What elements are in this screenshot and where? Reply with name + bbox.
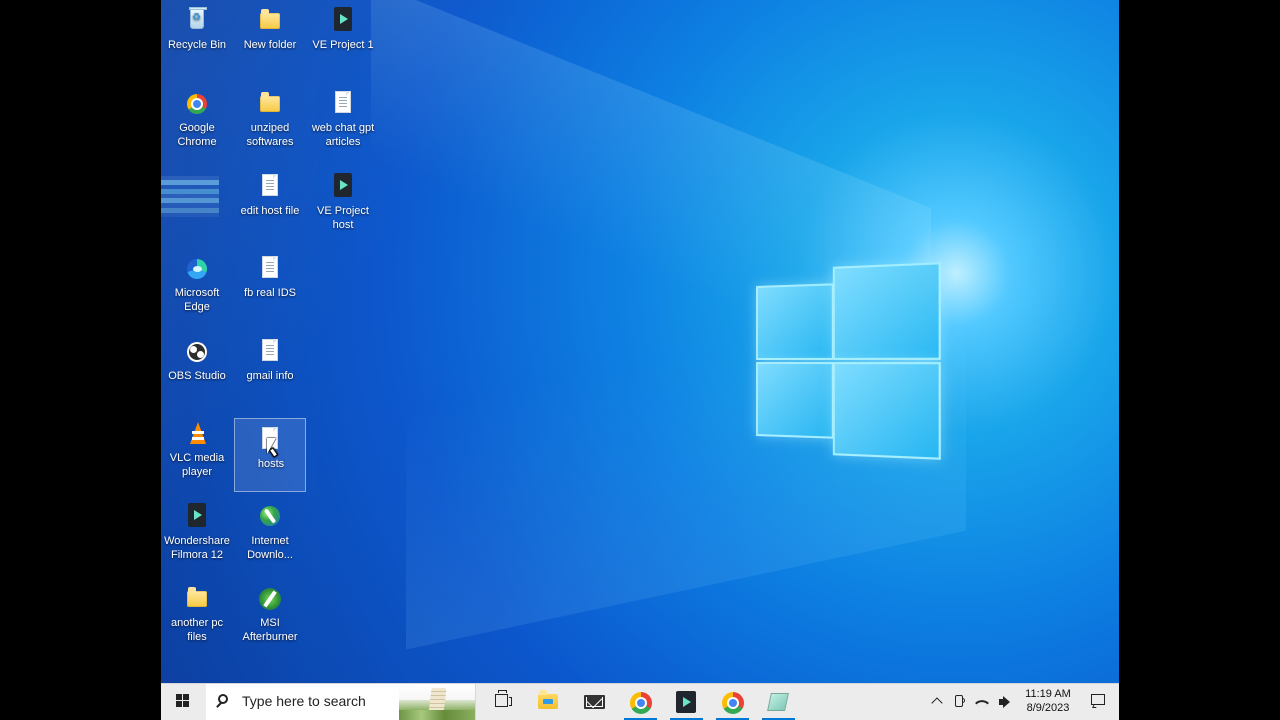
recycle-bin-icon — [182, 6, 212, 36]
desktop-icon-ve-project-1[interactable]: VE Project 1 — [307, 0, 379, 74]
desktop-icon-label: MSI Afterburner — [242, 617, 298, 643]
taskbar: 11:19 AM 8/9/2023 — [161, 683, 1119, 720]
filmora-icon — [182, 502, 212, 532]
desktop-icon-label: Internet Downlo... — [247, 535, 293, 561]
chrome-profile-taskbar-button[interactable] — [710, 684, 755, 720]
search-input[interactable] — [242, 690, 392, 712]
chrome-icon — [722, 692, 744, 714]
desktop-icon-label: VE Project 1 — [312, 39, 374, 51]
chrome-icon — [630, 692, 652, 714]
show-hidden-icons-icon[interactable] — [929, 684, 945, 720]
desktop-icon-label: fb real IDS — [244, 287, 296, 299]
system-tray: 11:19 AM 8/9/2023 — [923, 684, 1119, 720]
taskbar-search-box[interactable] — [206, 684, 476, 720]
chrome-taskbar-button[interactable] — [618, 684, 663, 720]
windows-start-icon — [176, 694, 189, 707]
desktop-icon-label: VE Project host — [317, 205, 369, 231]
desktop-icon-fb-real-ids[interactable]: fb real IDS — [234, 248, 306, 322]
desktop-icon-label: New folder — [243, 39, 297, 51]
mail-button[interactable] — [572, 684, 617, 720]
desktop-icon-another-pc-files[interactable]: another pc files — [161, 578, 233, 652]
afterburner-icon — [255, 584, 285, 614]
video-project-icon — [328, 172, 358, 202]
text-file-icon — [255, 254, 285, 284]
search-highlight-image — [399, 684, 475, 720]
network-icon[interactable] — [973, 684, 991, 720]
windows-logo-pane — [832, 362, 941, 460]
desktop-icon-label: Recycle Bin — [167, 39, 227, 51]
desktop-icon-label: hosts — [257, 458, 285, 470]
clock-time: 11:19 AM — [1025, 688, 1071, 700]
desktop-icon-label: OBS Studio — [168, 370, 226, 382]
windows-logo-pane — [756, 362, 834, 439]
mouse-cursor-icon — [267, 438, 276, 454]
file-explorer-button[interactable] — [526, 684, 571, 720]
desktop-icon-internet-download-manager[interactable]: Internet Downlo... — [234, 496, 306, 570]
folder-icon — [255, 6, 285, 36]
desktop-icon-label: unziped softwares — [246, 122, 294, 148]
desktop-icon-web-chat-gpt-articles[interactable]: web chat gpt articles — [307, 83, 379, 157]
obs-icon — [182, 337, 212, 367]
desktop-icon-hosts[interactable]: hosts — [234, 418, 306, 492]
desktop-icon-label: gmail info — [246, 370, 294, 382]
desktop-icon-recycle-bin[interactable]: Recycle Bin — [161, 0, 233, 74]
desktop-icon-gmail-info[interactable]: gmail info — [234, 331, 306, 405]
download-manager-icon — [255, 502, 285, 532]
desktop-icon-label: another pc files — [171, 617, 223, 643]
desktop-icon-label: Wondershare Filmora 12 — [164, 535, 230, 561]
desktop-icon-wondershare-filmora-12[interactable]: Wondershare Filmora 12 — [161, 496, 233, 570]
file-explorer-icon — [538, 690, 558, 709]
notification-center-icon[interactable] — [1083, 684, 1111, 720]
desktop-icon-msi-afterburner[interactable]: MSI Afterburner — [234, 578, 306, 652]
desktop-icon-unziped-softwares[interactable]: unziped softwares — [234, 83, 306, 157]
folder-icon — [255, 89, 285, 119]
vlc-icon — [182, 419, 212, 449]
desktop-drag-ghost — [161, 176, 219, 217]
desktop-icon-ve-project-host[interactable]: VE Project host — [307, 166, 379, 240]
desktop-icon-label: Google Chrome — [177, 122, 217, 148]
volume-icon[interactable] — [997, 684, 1015, 720]
zip-folder-icon — [182, 584, 212, 614]
desktop-icon-obs-studio[interactable]: OBS Studio — [161, 331, 233, 405]
filmora-icon — [676, 691, 696, 713]
search-icon — [218, 694, 228, 704]
desktop-icon-edit-host-file[interactable]: edit host file — [234, 166, 306, 240]
meet-now-icon[interactable] — [952, 684, 968, 720]
mail-icon — [584, 695, 605, 709]
text-file-icon — [255, 172, 285, 202]
task-view-button[interactable] — [480, 684, 525, 720]
notes-taskbar-button[interactable] — [756, 684, 801, 720]
filmora-taskbar-button[interactable] — [664, 684, 709, 720]
windows-logo-pane — [832, 262, 941, 360]
windows-logo — [756, 262, 941, 460]
notes-icon — [767, 693, 789, 711]
text-file-icon — [328, 89, 358, 119]
document-icon — [255, 337, 285, 367]
clock[interactable]: 11:19 AM 8/9/2023 — [1019, 684, 1077, 720]
windows-logo-pane — [756, 283, 834, 360]
desktop-icon-vlc-media-player[interactable]: VLC media player — [161, 413, 233, 487]
task-view-icon — [495, 690, 512, 707]
video-project-icon — [328, 6, 358, 36]
desktop-icon-google-chrome[interactable]: Google Chrome — [161, 83, 233, 157]
desktop-icon-label: Microsoft Edge — [174, 287, 220, 313]
desktop-screen: Recycle Bin New folder VE Project 1 Goog… — [161, 0, 1119, 720]
desktop-icon-new-folder[interactable]: New folder — [234, 0, 306, 74]
desktop-icon-microsoft-edge[interactable]: Microsoft Edge — [161, 248, 233, 322]
clock-date: 8/9/2023 — [1026, 702, 1070, 714]
desktop-icon-label: VLC media player — [169, 452, 225, 478]
edge-icon — [182, 254, 212, 284]
desktop-icon-label: web chat gpt articles — [311, 122, 375, 148]
desktop-wallpaper: Recycle Bin New folder VE Project 1 Goog… — [161, 0, 1119, 683]
desktop-icon-label: edit host file — [240, 205, 300, 217]
start-button[interactable] — [161, 684, 204, 720]
chrome-icon — [182, 89, 212, 119]
